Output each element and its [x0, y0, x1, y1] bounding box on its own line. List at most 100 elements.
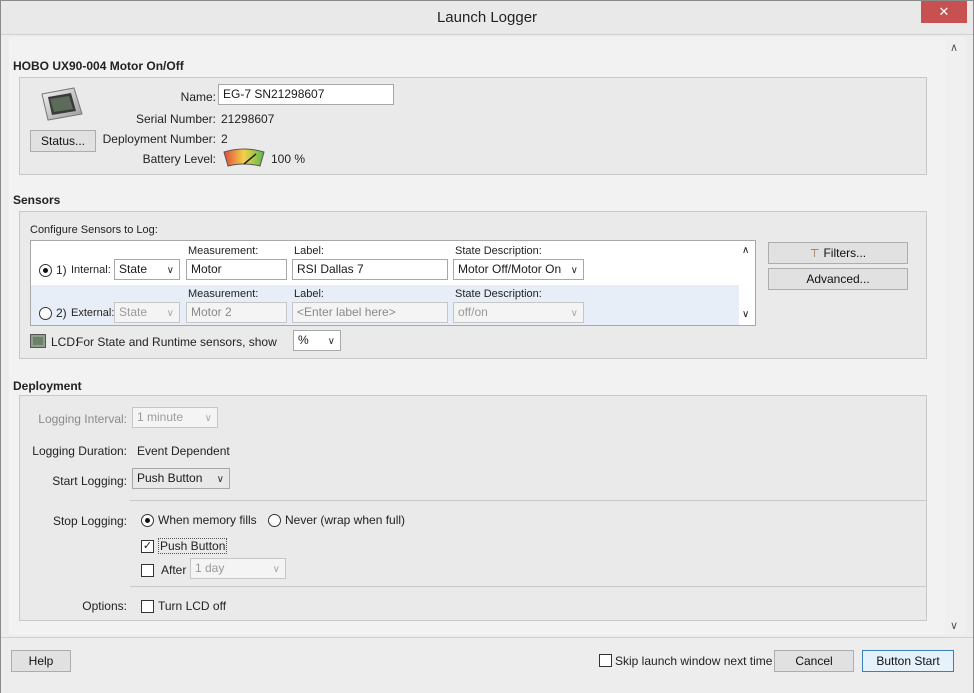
launch-logger-window: Launch Logger ✕ HOBO UX90-004 Motor On/O… — [0, 0, 974, 693]
logging-interval-value: 1 minute — [137, 410, 184, 424]
device-info-group: Status... Name: EG-7 SN21298607 Serial N… — [19, 77, 927, 175]
label-header-1: Label: — [294, 245, 324, 257]
deployment-group: Logging Interval: 1 minute ∨ Logging Dur… — [19, 395, 927, 621]
state-description-header-1: State Description: — [455, 245, 542, 257]
stop-when-memory-fills-label: When memory fills — [158, 513, 257, 527]
title-bar: Launch Logger ✕ — [1, 1, 973, 35]
lcd-display-icon — [30, 334, 46, 348]
chevron-down-icon: ∨ — [166, 308, 174, 319]
turn-lcd-off-label: Turn LCD off — [158, 599, 227, 613]
scroll-down-icon[interactable]: ∨ — [950, 619, 958, 632]
sensor-1-state-select[interactable]: Motor Off/Motor On ∨ — [453, 259, 584, 280]
advanced-button[interactable]: Advanced... — [768, 268, 908, 290]
name-input[interactable]: EG-7 SN21298607 — [218, 84, 394, 105]
after-duration-value: 1 day — [195, 561, 225, 575]
measurement-header-1: Measurement: — [188, 245, 259, 257]
battery-level-label: Battery Level: — [142, 152, 216, 166]
help-button[interactable]: Help — [11, 650, 71, 672]
sensor-2-kind-value: State — [119, 305, 148, 319]
start-logging-label: Start Logging: — [52, 474, 127, 488]
filters-button[interactable]: ⊤ Filters... — [768, 242, 908, 264]
window-scrollbar[interactable]: ∧ ∨ — [945, 37, 965, 635]
turn-lcd-off-checkbox[interactable] — [141, 600, 154, 613]
push-button-checkbox-label: Push Button — [158, 538, 228, 554]
footer-bar: Help Skip launch window next time Cancel… — [1, 637, 973, 693]
sensor-2-kind-select[interactable]: State ∨ — [114, 302, 180, 323]
chevron-down-icon: ∨ — [570, 308, 578, 319]
content-area: HOBO UX90-004 Motor On/Off Status... Nam… — [9, 37, 945, 635]
sensor-1-state-value: Motor Off/Motor On — [458, 262, 562, 276]
sensors-heading: Sensors — [13, 193, 61, 207]
after-duration-select[interactable]: 1 day ∨ — [190, 558, 286, 579]
chevron-down-icon: ∨ — [272, 564, 280, 575]
configure-sensors-label: Configure Sensors to Log: — [30, 224, 158, 236]
sensor-list: 1) Internal: State ∨ Measurement: Motor … — [30, 240, 756, 326]
logging-interval-select[interactable]: 1 minute ∨ — [132, 407, 218, 428]
skip-launch-window-checkbox[interactable] — [599, 654, 612, 667]
scroll-up-icon[interactable]: ∧ — [742, 245, 749, 256]
sensor-2-state-select[interactable]: off/on ∨ — [453, 302, 584, 323]
sensor-1-index: 1) — [56, 263, 67, 277]
sensor-2-radio[interactable] — [39, 307, 52, 320]
battery-gauge-icon — [222, 148, 266, 168]
after-checkbox[interactable] — [141, 564, 154, 577]
filter-funnel-icon: ⊤ — [809, 248, 820, 260]
device-heading: HOBO UX90-004 Motor On/Off — [13, 59, 184, 73]
lcd-show-value: % — [298, 333, 309, 347]
sensor-1-type: Internal: — [71, 264, 111, 276]
serial-number-label: Serial Number: — [135, 112, 216, 126]
deployment-number-value: 2 — [221, 132, 228, 146]
chevron-down-icon: ∨ — [204, 413, 212, 424]
start-logging-value: Push Button — [137, 471, 203, 485]
divider — [130, 500, 926, 501]
divider — [130, 586, 926, 587]
sensor-1-label-input[interactable]: RSI Dallas 7 — [292, 259, 448, 280]
sensor-2-index: 2) — [56, 306, 67, 320]
close-button[interactable]: ✕ — [921, 1, 967, 23]
label-header-2: Label: — [294, 288, 324, 300]
sensor-2-measurement-input[interactable]: Motor 2 — [186, 302, 287, 323]
sensor-1-measurement-input[interactable]: Motor — [186, 259, 287, 280]
stop-never-radio[interactable] — [268, 514, 281, 527]
chevron-down-icon: ∨ — [570, 265, 578, 276]
sensor-list-scrollbar[interactable]: ∧ ∨ — [739, 241, 755, 325]
chevron-down-icon: ∨ — [216, 474, 224, 485]
serial-number-value: 21298607 — [221, 112, 275, 126]
stop-never-label: Never (wrap when full) — [285, 513, 406, 527]
cancel-button[interactable]: Cancel — [774, 650, 854, 672]
options-label: Options: — [82, 599, 127, 613]
scroll-down-icon[interactable]: ∨ — [742, 309, 749, 320]
filters-button-label: Filters... — [823, 246, 867, 260]
battery-level-value: 100 % — [271, 152, 306, 166]
sensor-2-type: External: — [71, 307, 115, 319]
sensor-2-label-input[interactable]: <Enter label here> — [292, 302, 448, 323]
stop-when-memory-fills-radio[interactable] — [141, 514, 154, 527]
logger-device-icon — [38, 84, 84, 124]
chevron-down-icon: ∨ — [166, 265, 174, 276]
skip-launch-window-label: Skip launch window next time — [615, 654, 773, 668]
chevron-down-icon: ∨ — [327, 336, 335, 347]
logging-interval-label: Logging Interval: — [38, 412, 127, 426]
sensor-1-radio[interactable] — [39, 264, 52, 277]
sensor-1-kind-select[interactable]: State ∨ — [114, 259, 180, 280]
state-description-header-2: State Description: — [455, 288, 542, 300]
button-start-button[interactable]: Button Start — [862, 650, 954, 672]
measurement-header-2: Measurement: — [188, 288, 259, 300]
push-button-checkbox[interactable]: ✓ — [141, 540, 154, 553]
start-logging-select[interactable]: Push Button ∨ — [132, 468, 230, 489]
sensor-2-state-value: off/on — [458, 305, 488, 319]
lcd-show-select[interactable]: % ∨ — [293, 330, 341, 351]
lcd-label: LCD: — [51, 335, 79, 349]
after-label: After — [161, 563, 187, 577]
name-label: Name: — [180, 90, 216, 104]
deployment-heading: Deployment — [13, 379, 82, 393]
window-title: Launch Logger — [436, 9, 538, 26]
sensors-group: Configure Sensors to Log: 1) Internal: S… — [19, 211, 927, 359]
lcd-description: For State and Runtime sensors, show — [76, 335, 277, 349]
scroll-up-icon[interactable]: ∧ — [950, 41, 958, 54]
logging-duration-label: Logging Duration: — [32, 444, 127, 458]
deployment-number-label: Deployment Number: — [102, 132, 216, 146]
stop-logging-label: Stop Logging: — [52, 514, 127, 528]
sensor-1-kind-value: State — [119, 262, 148, 276]
logging-duration-value: Event Dependent — [137, 444, 230, 458]
